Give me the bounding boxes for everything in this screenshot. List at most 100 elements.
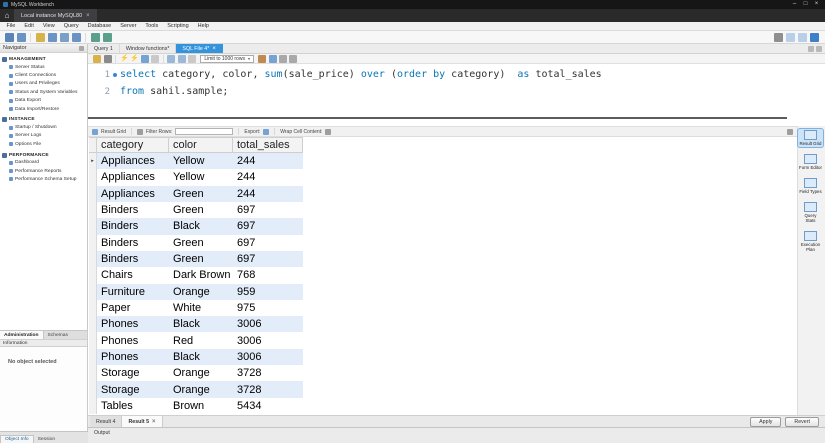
minimize-button[interactable]: –	[789, 0, 800, 9]
collapse-result-panel-icon[interactable]	[787, 128, 793, 135]
cell-category[interactable]: Appliances	[97, 185, 169, 202]
cell-category[interactable]: Chairs	[97, 267, 169, 284]
save-file-icon[interactable]	[103, 54, 112, 63]
apply-button[interactable]: Apply	[750, 416, 782, 427]
nav-item-options-file[interactable]: Options File	[0, 140, 87, 148]
create-view-icon[interactable]	[71, 32, 81, 42]
result-tab-result-4[interactable]: Result 4	[90, 416, 123, 427]
cell-category[interactable]: Appliances	[97, 153, 169, 170]
cell-total-sales[interactable]: 5434	[233, 397, 303, 414]
editor-overflow-icon[interactable]	[816, 45, 822, 52]
nav-item-client-connections[interactable]: Client Connections	[0, 71, 87, 79]
cell-total-sales[interactable]: 697	[233, 218, 303, 235]
new-sql-tab-icon[interactable]	[16, 32, 26, 42]
cell-category[interactable]: Binders	[97, 234, 169, 251]
nav-item-performance-schema-setup[interactable]: Performance Schema Setup	[0, 175, 87, 183]
nav-item-server-logs[interactable]: Server Logs	[0, 132, 87, 140]
cell-color[interactable]: Brown	[169, 397, 233, 414]
cell-total-sales[interactable]: 697	[233, 234, 303, 251]
limit-rows-dropdown[interactable]: Limit to 1000 rows ▾	[200, 54, 254, 63]
cell-color[interactable]: Dark Brown	[169, 267, 233, 284]
table-row[interactable]: Storage Orange 3728	[89, 381, 303, 398]
cell-category[interactable]: Tables	[97, 397, 169, 414]
find-icon[interactable]	[268, 54, 277, 63]
table-row[interactable]: Binders Green 697	[89, 250, 303, 268]
cell-total-sales[interactable]: 244	[233, 185, 303, 202]
cell-category[interactable]: Furniture	[97, 283, 169, 300]
invisible-chars-icon[interactable]	[278, 54, 287, 63]
menu-query[interactable]: Query	[59, 23, 83, 29]
cell-category[interactable]: Binders	[97, 201, 169, 219]
cell-total-sales[interactable]: 3006	[233, 316, 303, 333]
home-icon[interactable]: ⌂	[0, 9, 14, 22]
cell-category[interactable]: Phones	[97, 316, 169, 333]
table-row[interactable]: Paper White 975	[89, 299, 303, 317]
sql-code-editor[interactable]: 1 select category, color, sum(sale_price)…	[88, 64, 825, 117]
table-row[interactable]: Binders Green 697	[89, 234, 303, 251]
menu-server[interactable]: Server	[116, 23, 141, 29]
toggle-autocommit-icon[interactable]	[167, 54, 176, 63]
table-row[interactable]: Appliances Yellow 244	[89, 169, 303, 186]
editor-tab-window-functions[interactable]: Window functions*	[119, 44, 177, 53]
rollback-icon[interactable]	[188, 54, 197, 63]
maximize-editor-icon[interactable]	[808, 45, 814, 52]
cell-color[interactable]: Green	[169, 201, 233, 219]
table-row[interactable]: ▸ Appliances Yellow 244	[89, 153, 303, 170]
cell-category[interactable]: Storage	[97, 381, 169, 398]
table-row[interactable]: Appliances Green 244	[89, 185, 303, 202]
cell-total-sales[interactable]: 3728	[233, 365, 303, 382]
open-script-icon[interactable]	[35, 32, 45, 42]
cell-category[interactable]: Appliances	[97, 169, 169, 186]
menu-tools[interactable]: Tools	[141, 23, 163, 29]
table-row[interactable]: Phones Black 3006	[89, 316, 303, 333]
cell-category[interactable]: Binders	[97, 250, 169, 268]
new-connection-icon[interactable]	[4, 32, 14, 42]
revert-button[interactable]: Revert	[785, 416, 819, 427]
cell-category[interactable]: Phones	[97, 332, 169, 349]
cell-color[interactable]: Yellow	[169, 169, 233, 186]
execute-icon[interactable]: ⚡	[120, 55, 129, 63]
nav-item-performance-reports[interactable]: Performance Reports	[0, 167, 87, 175]
create-table-icon[interactable]	[59, 32, 69, 42]
cell-color[interactable]: Green	[169, 234, 233, 251]
query-stats-panel-button[interactable]: Query Stats	[798, 201, 823, 224]
result-tab-result-5[interactable]: Result 5 ×	[122, 416, 163, 427]
cell-total-sales[interactable]: 3006	[233, 348, 303, 366]
form-editor-panel-button[interactable]: Form Editor	[798, 153, 823, 171]
cell-category[interactable]: Binders	[97, 218, 169, 235]
tab-administration[interactable]: Administration	[0, 331, 44, 339]
filter-rows-input[interactable]	[175, 128, 234, 135]
table-row[interactable]: Furniture Orange 959	[89, 283, 303, 300]
cell-color[interactable]: White	[169, 299, 233, 317]
explain-icon[interactable]	[140, 54, 149, 63]
cell-color[interactable]: Green	[169, 250, 233, 268]
cell-total-sales[interactable]: 244	[233, 169, 303, 186]
code-text[interactable]: select category, color, sum(sale_price) …	[120, 69, 602, 80]
cell-total-sales[interactable]: 3006	[233, 332, 303, 349]
column-header-total-sales[interactable]: total_sales	[233, 138, 303, 152]
menu-scripting[interactable]: Scripting	[163, 23, 193, 29]
editor-tab-query-1[interactable]: Query 1	[88, 44, 120, 53]
wrap-text-icon[interactable]	[289, 54, 298, 63]
cell-total-sales[interactable]: 3728	[233, 381, 303, 398]
data-export-icon[interactable]	[90, 32, 100, 42]
cell-total-sales[interactable]: 697	[233, 201, 303, 219]
wrap-cell-content-icon[interactable]	[325, 128, 332, 135]
nav-item-data-import-restore[interactable]: Data Import/Restore	[0, 105, 87, 113]
cell-color[interactable]: Black	[169, 316, 233, 333]
table-row[interactable]: Tables Brown 5434	[89, 397, 303, 414]
cell-total-sales[interactable]: 697	[233, 250, 303, 268]
table-row[interactable]: Binders Black 697	[89, 218, 303, 235]
stop-icon[interactable]	[151, 54, 160, 63]
cell-total-sales[interactable]: 768	[233, 267, 303, 284]
export-icon[interactable]	[263, 128, 270, 135]
create-schema-icon[interactable]	[47, 32, 57, 42]
close-connection-icon[interactable]: ×	[86, 13, 90, 19]
field-types-panel-button[interactable]: Field Types	[798, 177, 823, 195]
column-header-color[interactable]: color	[169, 138, 233, 152]
menu-file[interactable]: File	[2, 23, 20, 29]
tab-object-info[interactable]: Object Info	[0, 435, 34, 443]
cell-color[interactable]: Orange	[169, 283, 233, 300]
menu-help[interactable]: Help	[193, 23, 213, 29]
cell-category[interactable]: Paper	[97, 299, 169, 317]
